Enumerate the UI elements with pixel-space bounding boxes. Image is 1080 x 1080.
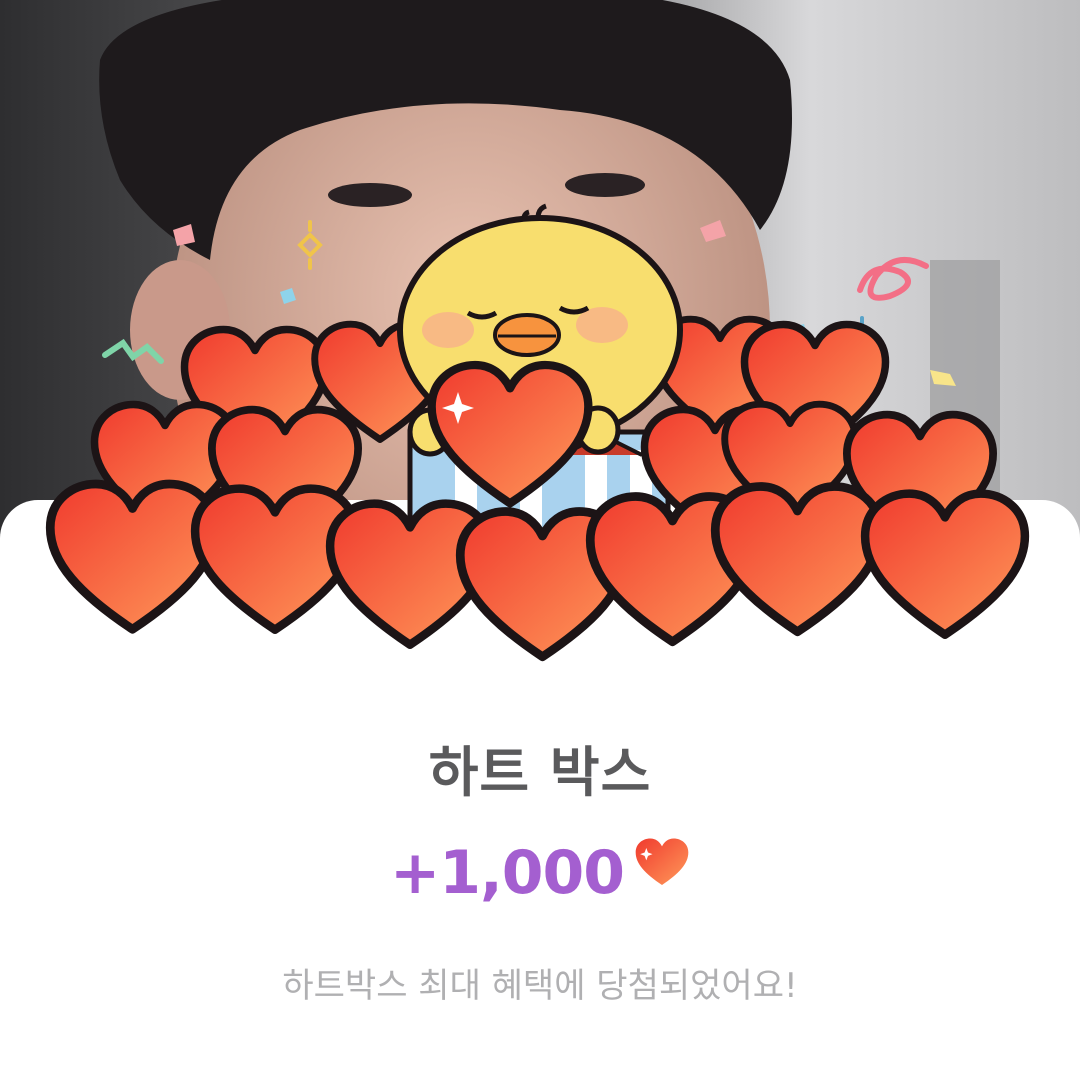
reward-amount-row: +1,000: [0, 838, 1080, 908]
reward-title: 하트 박스: [428, 741, 652, 804]
reward-message: 하트박스 최대 혜택에 당첨되었어요!: [282, 966, 798, 1006]
heart-box-illustration: [0, 203, 1080, 700]
heart-icon: [635, 838, 689, 885]
reward-amount: +1,000: [389, 838, 625, 908]
